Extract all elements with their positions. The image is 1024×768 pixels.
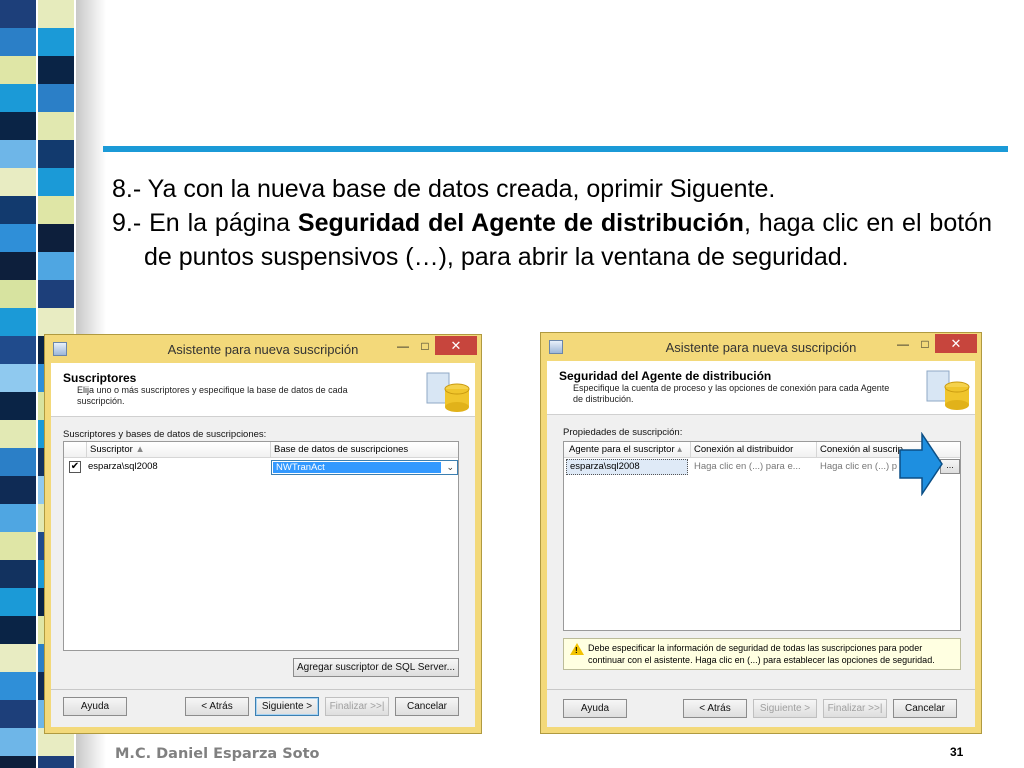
wizard-header: Seguridad del Agente de distribución Esp… xyxy=(547,361,975,415)
next-button[interactable]: Siguiente > xyxy=(255,697,319,716)
database-combobox[interactable]: NWTranAct ⌄ xyxy=(271,460,458,475)
sort-ascending-icon: ▲ xyxy=(135,444,145,455)
cancel-button[interactable]: Cancelar xyxy=(893,699,957,718)
strip-column-left xyxy=(0,0,36,768)
bullet-item-9-pre: 9.- En la página xyxy=(112,209,298,237)
back-button[interactable]: < Atrás xyxy=(683,699,747,718)
wizard-window-subscribers: Asistente para nueva suscripción — □ ✕ S… xyxy=(44,334,482,734)
row-subscriber: esparza\sql2008 xyxy=(88,461,158,472)
page-number: 31 xyxy=(950,745,964,759)
author-footer: M.C. Daniel Esparza Soto xyxy=(115,746,320,762)
warning-icon: ! xyxy=(570,643,584,655)
wizard-header-title: Seguridad del Agente de distribución xyxy=(559,369,772,383)
bullet-item-9: 9.- En la página Seguridad del Agente de… xyxy=(112,206,992,274)
maximize-button[interactable]: □ xyxy=(915,337,935,351)
wizard-header: Suscriptores Elija uno o más suscriptore… xyxy=(51,363,475,417)
subscriber-checkbox[interactable]: ✔ xyxy=(69,461,81,473)
divider xyxy=(51,689,475,690)
wizard-header-description: Especifique la cuenta de proceso y las o… xyxy=(573,383,890,404)
subscription-properties-label: Propiedades de suscripción: xyxy=(563,427,683,438)
pointer-arrow-icon xyxy=(899,432,943,496)
close-button[interactable]: ✕ xyxy=(935,334,977,353)
slide-text: 8.- Ya con la nueva base de datos creada… xyxy=(112,172,992,274)
finish-button[interactable]: Finalizar >>| xyxy=(325,697,389,716)
database-wizard-icon xyxy=(926,370,970,410)
next-button[interactable]: Siguiente > xyxy=(753,699,817,718)
maximize-button[interactable]: □ xyxy=(415,339,435,353)
close-button[interactable]: ✕ xyxy=(435,336,477,355)
add-subscriber-button[interactable]: Agregar suscriptor de SQL Server... xyxy=(293,658,459,677)
accent-bar xyxy=(103,146,1008,152)
finish-button[interactable]: Finalizar >>| xyxy=(823,699,887,718)
column-header-subscriber-connection[interactable]: Conexión al suscrip xyxy=(820,444,903,455)
column-header-subscriber[interactable]: Suscriptor ▲ xyxy=(90,444,145,455)
window-client: Suscriptores Elija uno o más suscriptore… xyxy=(51,363,475,727)
minimize-button[interactable]: — xyxy=(393,339,413,353)
wizard-header-description: Elija uno o más suscriptores y especifiq… xyxy=(77,385,348,406)
cancel-button[interactable]: Cancelar xyxy=(395,697,459,716)
database-combobox-value: NWTranAct xyxy=(273,462,441,473)
window-titlebar: Asistente para nueva suscripción — □ ✕ xyxy=(45,335,481,363)
subscribers-list-label: Suscriptores y bases de datos de suscrip… xyxy=(63,429,267,440)
sort-ascending-icon: ▴ xyxy=(677,444,683,455)
window-client: Seguridad del Agente de distribución Esp… xyxy=(547,361,975,727)
help-button[interactable]: Ayuda xyxy=(563,699,627,718)
help-button[interactable]: Ayuda xyxy=(63,697,127,716)
database-wizard-icon xyxy=(426,372,470,412)
row-subscriber-connection[interactable]: Haga clic en (...) p xyxy=(820,461,897,472)
grid-header-row: Suscriptor ▲ Base de datos de suscripcio… xyxy=(64,442,458,458)
minimize-button[interactable]: — xyxy=(893,337,913,351)
table-row[interactable]: ✔ esparza\sql2008 NWTranAct ⌄ xyxy=(64,459,458,475)
back-button[interactable]: < Atrás xyxy=(185,697,249,716)
divider xyxy=(547,689,975,690)
bullet-item-9-bold: Seguridad del Agente de distribución xyxy=(297,209,744,237)
wizard-header-title: Suscriptores xyxy=(63,371,137,385)
wizard-window-distribution-security: Asistente para nueva suscripción — □ ✕ S… xyxy=(540,332,982,734)
subscribers-grid[interactable]: Suscriptor ▲ Base de datos de suscripcio… xyxy=(63,441,459,651)
column-header-distributor-connection[interactable]: Conexión al distribuidor xyxy=(694,444,793,455)
column-header-database[interactable]: Base de datos de suscripciones xyxy=(274,444,408,455)
column-header-agent[interactable]: Agente para el suscriptor ▴ xyxy=(569,444,682,455)
row-distributor-connection[interactable]: Haga clic en (...) para e... xyxy=(694,461,801,472)
window-titlebar: Asistente para nueva suscripción — □ ✕ xyxy=(541,333,981,361)
row-agent[interactable]: esparza\sql2008 xyxy=(566,459,688,475)
warning-text: Debe especificar la información de segur… xyxy=(588,643,935,665)
security-warning: ! Debe especificar la información de seg… xyxy=(563,638,961,670)
chevron-down-icon[interactable]: ⌄ xyxy=(446,462,454,473)
bullet-item-8: 8.- Ya con la nueva base de datos creada… xyxy=(112,175,776,203)
